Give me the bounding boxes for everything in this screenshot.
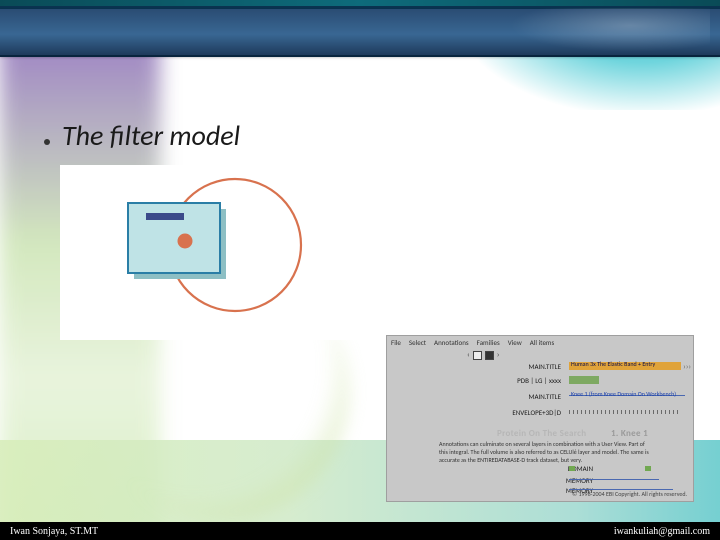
filter-model-diagram [60, 165, 392, 340]
inset-caption: Annotations can culminate on several lay… [439, 440, 649, 464]
inset-row-label: MAIN.TITLE [483, 392, 561, 401]
inset-lower-label: DOMAIN [483, 464, 593, 473]
footer: Iwan Sonjaya, ST.MT iwankuliah@gmail.com [0, 522, 720, 540]
inset-nav-prev-icon: ‹ [467, 350, 470, 360]
inset-lower-label: MEMORY [483, 476, 593, 485]
inset-ghost-title: Protein On The Search [497, 428, 586, 439]
inset-ghost-title: 1. Knee 1 [611, 428, 648, 439]
inset-menu-item: Select [409, 338, 426, 347]
inset-nav-next-icon: › [497, 350, 500, 360]
inset-menubar: File Select Annotations Families View Al… [391, 338, 554, 347]
inset-row-caption: Human 3x The Elastic Band + Entry [571, 360, 655, 368]
content: The filter model [44, 118, 240, 153]
inset-lower-line [569, 479, 659, 480]
filter-dot-icon [178, 234, 193, 249]
inset-menu-item: File [391, 338, 401, 347]
inset-row-bar [569, 376, 599, 384]
inset-legal: © 1998-2004 EBI Copyright. All rights re… [572, 490, 687, 498]
header [0, 0, 720, 57]
inset-menu-item: View [508, 338, 522, 347]
bullet-dot-icon [44, 139, 50, 145]
chevron-right-icon: ››› [683, 362, 691, 372]
inset-menu-item: All items [530, 338, 555, 347]
inset-lower-mark [645, 466, 651, 471]
bullet-text: The filter model [62, 118, 240, 153]
slide: The filter model File Select Annotations… [0, 0, 720, 540]
inset-row-ticks [569, 410, 679, 414]
inset-nav-box [473, 351, 482, 360]
inset-nav-controls: ‹ › [467, 350, 499, 360]
inset-row-label: MAIN.TITLE [483, 362, 561, 371]
inset-row-caption: Knee 1 (from Knee Domain On Workbench) [571, 390, 676, 398]
inset-row-label: ENVELOPE+3D|D [483, 408, 561, 417]
footer-email: iwankuliah@gmail.com [614, 526, 710, 537]
filter-cursor-bar-icon [146, 213, 184, 220]
inset-lower-mark [569, 466, 575, 471]
inset-row-label: PDB | LG | xxxx [483, 376, 561, 385]
inset-menu-item: Families [477, 338, 500, 347]
inset-menu-item: Annotations [434, 338, 469, 347]
bullet-row: The filter model [44, 118, 240, 153]
inset-nav-box [485, 351, 494, 360]
footer-author: Iwan Sonjaya, ST.MT [10, 526, 98, 537]
header-map-overlay [510, 8, 710, 52]
genome-browser-screenshot: File Select Annotations Families View Al… [386, 335, 694, 502]
